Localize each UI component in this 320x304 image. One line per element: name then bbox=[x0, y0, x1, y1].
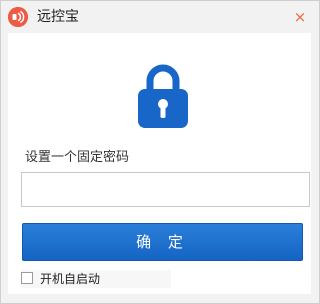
window-title: 远控宝 bbox=[37, 9, 79, 25]
confirm-button[interactable]: 确 定 bbox=[22, 223, 303, 261]
autostart-checkbox[interactable] bbox=[21, 272, 33, 284]
close-button[interactable]: × bbox=[291, 8, 309, 26]
autostart-label[interactable]: 开机自启动 bbox=[40, 270, 100, 288]
password-prompt-label: 设置一个固定密码 bbox=[25, 150, 130, 165]
app-window: 远控宝 × 设置一个固定密码 确 定 开机自启动 bbox=[0, 0, 320, 304]
app-logo-icon bbox=[8, 7, 28, 27]
title-bar[interactable]: 远控宝 × bbox=[1, 1, 319, 33]
lock-icon bbox=[137, 63, 189, 129]
autostart-option[interactable]: 开机自启动 bbox=[21, 270, 171, 288]
close-icon[interactable]: × bbox=[294, 8, 307, 26]
dialog-content: 设置一个固定密码 确 定 bbox=[8, 33, 311, 294]
password-input[interactable] bbox=[21, 172, 310, 207]
